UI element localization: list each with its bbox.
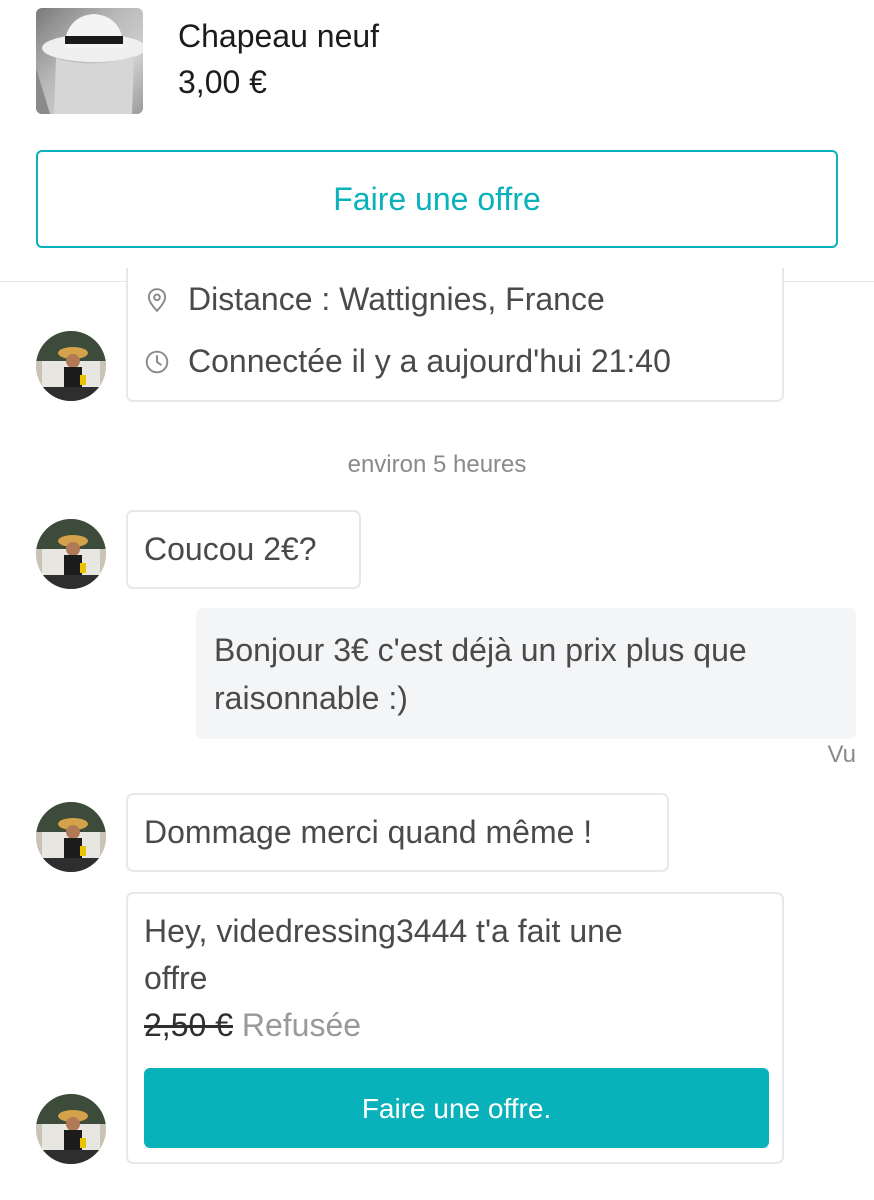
- make-offer-button[interactable]: Faire une offre.: [144, 1068, 769, 1148]
- avatar-photo-icon: [36, 519, 106, 589]
- avatar[interactable]: [36, 1094, 106, 1164]
- distance-row: Distance : Wattignies, France: [144, 276, 605, 323]
- last-seen-row: Connectée il y a aujourd'hui 21:40: [144, 338, 671, 385]
- message-text-line: raisonnable :): [214, 680, 408, 716]
- message-text-line: Bonjour 3€ c'est déjà un prix plus que: [214, 632, 747, 668]
- avatar[interactable]: [36, 331, 106, 401]
- hat-photo-icon: [36, 14, 143, 114]
- offer-text-line: Hey, videdressing3444 t'a fait une: [144, 913, 623, 949]
- offer-status-badge: Refusée: [241, 1007, 362, 1043]
- read-receipt: Vu: [827, 741, 856, 768]
- distance-text: Distance : Wattignies, France: [188, 281, 605, 317]
- avatar[interactable]: [36, 519, 106, 589]
- message-bubble-sent[interactable]: Bonjour 3€ c'est déjà un prix plus que r…: [196, 608, 856, 739]
- item-thumbnail[interactable]: [36, 8, 143, 114]
- offer-message-card: Hey, videdressing3444 t'a fait une offre…: [126, 892, 784, 1164]
- profile-info-card: Distance : Wattignies, France Connectée …: [126, 268, 784, 402]
- time-separator: environ 5 heures: [347, 451, 527, 478]
- item-price: 3,00 €: [178, 64, 267, 100]
- avatar-photo-icon: [36, 1094, 106, 1164]
- message-bubble-received[interactable]: Coucou 2€?: [126, 510, 361, 589]
- message-text: Dommage merci quand même !: [144, 814, 593, 850]
- item-title: Chapeau neuf: [178, 18, 380, 54]
- offer-text-line: offre: [144, 960, 208, 996]
- avatar-photo-icon: [36, 802, 106, 872]
- last-seen-text: Connectée il y a aujourd'hui 21:40: [188, 343, 671, 379]
- message-text: Coucou 2€?: [144, 531, 317, 567]
- location-pin-icon: [147, 287, 167, 312]
- offer-price-row: 2,50 € Refusée: [144, 1002, 766, 1049]
- avatar[interactable]: [36, 802, 106, 872]
- offer-old-price: 2,50 €: [144, 1007, 233, 1043]
- clock-icon: [145, 350, 169, 373]
- avatar-photo-icon: [36, 331, 106, 401]
- make-offer-button[interactable]: Faire une offre: [36, 150, 838, 248]
- message-bubble-received[interactable]: Dommage merci quand même !: [126, 793, 669, 872]
